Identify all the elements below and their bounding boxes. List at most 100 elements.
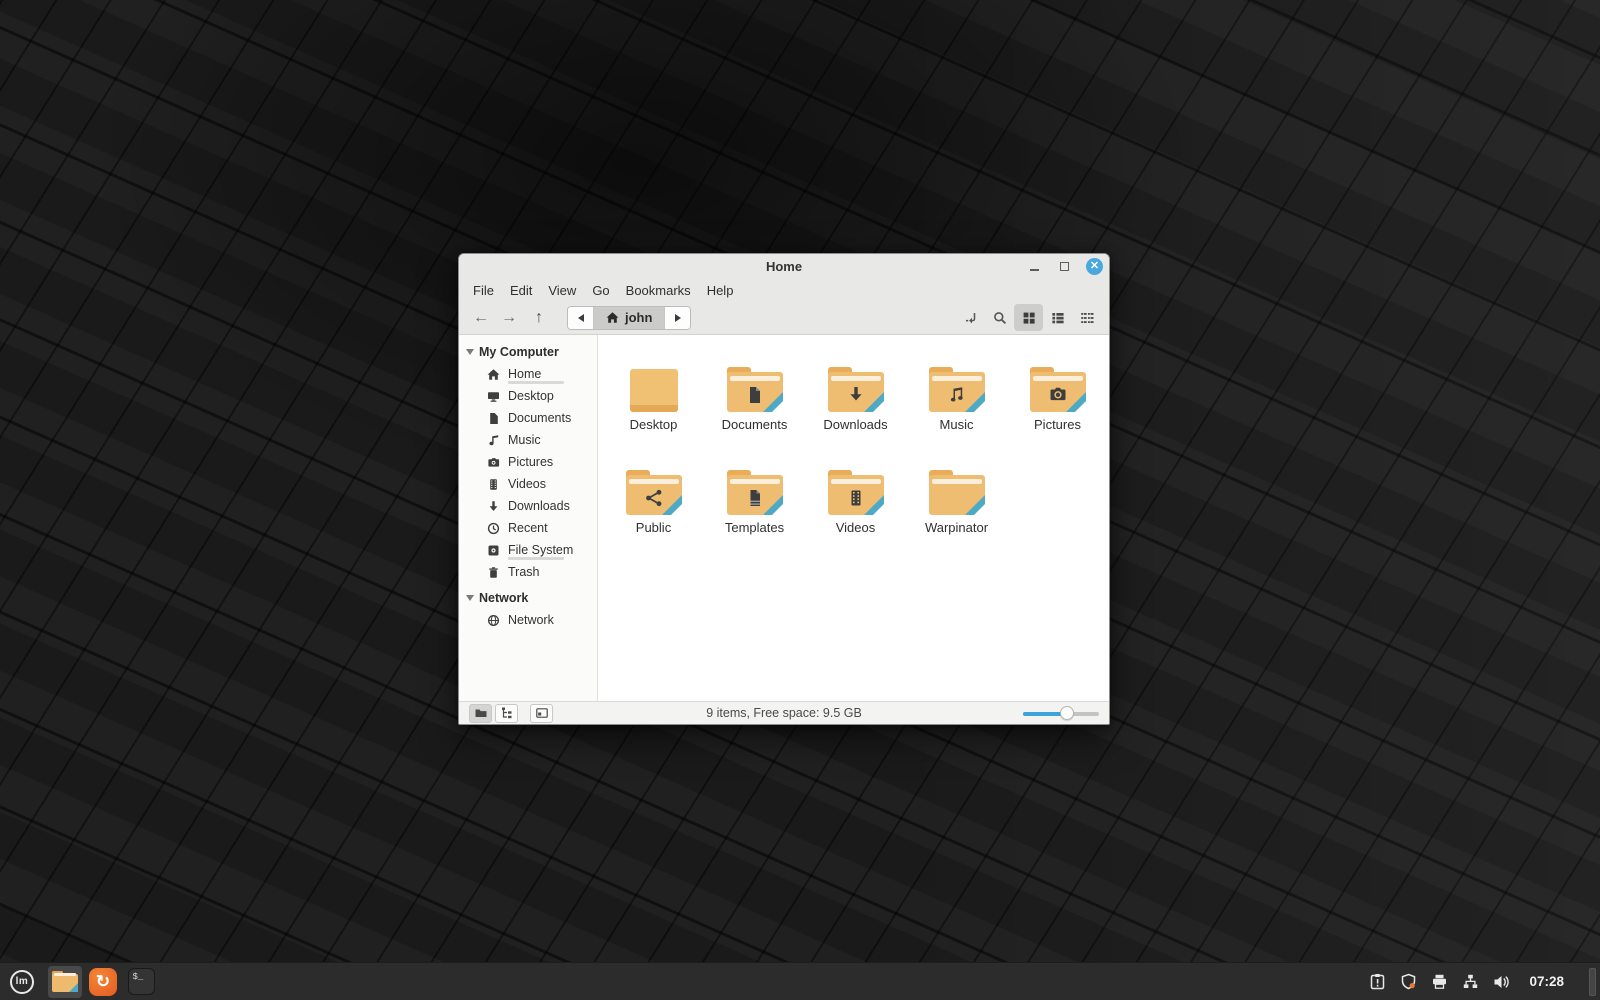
pathbar: john: [567, 305, 692, 330]
sidebar-section-network[interactable]: Network: [459, 587, 597, 609]
file-item-documents[interactable]: Documents: [704, 350, 805, 453]
forward-button[interactable]: →: [495, 305, 523, 331]
path-segment-label: john: [625, 310, 653, 325]
titlebar[interactable]: Home ✕: [459, 254, 1109, 279]
compact-view-button[interactable]: [1072, 304, 1101, 331]
firefox-button[interactable]: ↻: [86, 966, 120, 998]
status-summary: 9 items, Free space: 9.5 GB: [706, 706, 862, 720]
home-icon: [487, 368, 500, 380]
mint-menu-button[interactable]: lm: [0, 963, 44, 1000]
toggle-location-entry-button[interactable]: [956, 304, 985, 331]
sidebar-item-network[interactable]: Network: [459, 609, 597, 631]
file-grid[interactable]: Desktop Documents Downloads Music Pictur…: [598, 335, 1109, 701]
update-manager-button[interactable]: [1368, 973, 1386, 991]
music-note-icon: [489, 434, 499, 445]
list-view-button[interactable]: [1043, 304, 1072, 331]
files-app-button[interactable]: [48, 965, 82, 998]
sidebar-item-trash[interactable]: Trash: [459, 561, 597, 583]
download-arrow-icon: [489, 500, 498, 511]
minimize-icon: [1029, 268, 1039, 271]
maximize-icon: [1059, 262, 1069, 271]
statusbar: 9 items, Free space: 9.5 GB: [459, 701, 1109, 724]
terminal-button[interactable]: $_: [124, 966, 158, 998]
file-item-warpinator[interactable]: Warpinator: [906, 453, 1007, 556]
zoom-slider[interactable]: [1023, 706, 1099, 720]
disk-usage-bar: [508, 380, 564, 384]
home-icon: [606, 312, 619, 323]
show-treeview-button[interactable]: [495, 703, 518, 723]
show-places-icon: [475, 709, 486, 717]
sidebar-item-file-system[interactable]: File System: [459, 539, 597, 561]
slider-handle[interactable]: [1060, 706, 1075, 720]
file-item-desktop[interactable]: Desktop: [603, 350, 704, 453]
network-applet-button[interactable]: [1461, 973, 1479, 991]
up-button[interactable]: ↑: [525, 305, 553, 331]
path-scroll-left-button[interactable]: [568, 306, 593, 329]
sidebar-item-videos[interactable]: Videos: [459, 473, 597, 495]
document-icon: [490, 412, 498, 424]
compact-view-icon: [1080, 312, 1093, 323]
sidebar-item-music[interactable]: Music: [459, 429, 597, 451]
file-item-pictures[interactable]: Pictures: [1007, 350, 1108, 453]
show-places-button[interactable]: [469, 703, 492, 723]
terminal-icon: $_: [127, 968, 155, 995]
file-manager-window: Home ✕ File Edit View Go Bookmarks Help …: [458, 253, 1110, 725]
sidebar-item-recent[interactable]: Recent: [459, 517, 597, 539]
file-item-downloads[interactable]: Downloads: [805, 350, 906, 453]
sidebar-item-documents[interactable]: Documents: [459, 407, 597, 429]
volume-button[interactable]: [1492, 973, 1510, 991]
files-app-icon: [52, 971, 78, 992]
file-item-music[interactable]: Music: [906, 350, 1007, 453]
window-controls: ✕: [1026, 254, 1103, 279]
mint-menu-icon: lm: [10, 969, 34, 994]
close-button[interactable]: ✕: [1086, 258, 1103, 275]
folder-icon: [726, 470, 783, 515]
file-item-templates[interactable]: Templates: [704, 453, 805, 556]
menu-help[interactable]: Help: [699, 281, 742, 300]
menu-edit[interactable]: Edit: [502, 281, 540, 300]
window-title: Home: [765, 259, 803, 274]
menu-view[interactable]: View: [540, 281, 584, 300]
sidebar-item-desktop[interactable]: Desktop: [459, 385, 597, 407]
disclosure-triangle-icon: [466, 595, 474, 601]
file-item-public[interactable]: Public: [603, 453, 704, 556]
disclosure-triangle-icon: [466, 349, 474, 355]
menu-go[interactable]: Go: [584, 281, 617, 300]
network-icon: [1463, 974, 1478, 988]
sidebar-item-downloads[interactable]: Downloads: [459, 495, 597, 517]
toolbar: ← → ↑ john: [459, 301, 1109, 335]
forward-arrow-icon: →: [501, 308, 517, 326]
toggle-sidepane-button[interactable]: [530, 703, 553, 723]
desktop-pane-icon: [629, 369, 678, 412]
menu-file[interactable]: File: [465, 281, 502, 300]
minimize-button[interactable]: [1026, 259, 1042, 275]
folder-icon: [1029, 367, 1086, 412]
list-view-icon: [1051, 312, 1064, 323]
sidebar-section-my-computer[interactable]: My Computer: [459, 341, 597, 363]
folder-icon: [625, 470, 682, 515]
back-button[interactable]: ←: [467, 305, 495, 331]
toggle-location-entry-icon: [965, 312, 975, 323]
folder-icon: [726, 367, 783, 412]
sidebar-item-pictures[interactable]: Pictures: [459, 451, 597, 473]
grid-view-button[interactable]: [1014, 304, 1043, 331]
drive-icon: [488, 545, 499, 555]
disk-usage-bar: [508, 556, 564, 560]
trash-icon: [489, 566, 498, 578]
sidebar-item-home[interactable]: Home: [459, 363, 597, 385]
printer-icon: [1432, 974, 1446, 989]
menu-bookmarks[interactable]: Bookmarks: [618, 281, 699, 300]
printer-button[interactable]: [1430, 973, 1448, 991]
show-desktop-button[interactable]: [1589, 967, 1596, 996]
path-scroll-right-button[interactable]: [665, 306, 691, 329]
search-icon: [993, 311, 1006, 324]
firewall-button[interactable]: [1399, 973, 1417, 991]
clock[interactable]: 07:28: [1529, 974, 1564, 989]
file-item-videos[interactable]: Videos: [805, 453, 906, 556]
system-tray: 07:28: [1368, 963, 1600, 1000]
path-segment-home[interactable]: john: [593, 306, 666, 329]
clock-icon: [487, 522, 500, 534]
search-button[interactable]: [985, 304, 1014, 331]
maximize-button[interactable]: [1056, 259, 1072, 275]
desktop-icon: [488, 391, 499, 402]
